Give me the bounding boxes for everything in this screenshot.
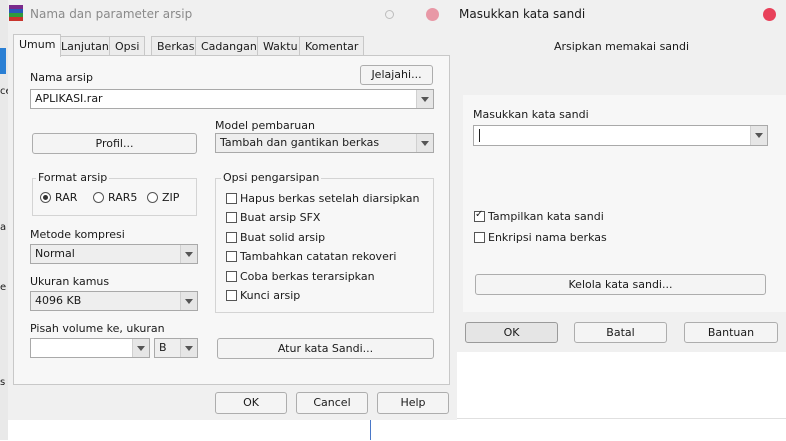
format-zip-label[interactable]: ZIP: [162, 191, 179, 204]
password-input[interactable]: [473, 125, 768, 146]
show-password-checkbox[interactable]: [474, 209, 485, 222]
background-divider: [370, 420, 371, 440]
format-radio-rar[interactable]: [40, 192, 51, 203]
password-dialog: Masukkan kata sandi Arsipkan memakai san…: [457, 0, 786, 352]
dictionary-select[interactable]: 4096 KB: [30, 291, 198, 311]
tab-umum[interactable]: Umum: [13, 34, 62, 57]
split-unit-value: B: [159, 341, 167, 354]
chevron-down-icon[interactable]: [180, 292, 197, 310]
solid-label[interactable]: Buat solid arsip: [240, 231, 325, 244]
format-radio-zip[interactable]: [147, 192, 158, 203]
split-volume-combo[interactable]: [30, 338, 150, 358]
show-password-label[interactable]: Tampilkan kata sandi: [488, 210, 604, 223]
help-button[interactable]: Help: [377, 392, 449, 414]
chevron-down-icon[interactable]: [416, 134, 433, 152]
test-files-label[interactable]: Coba berkas terarsipkan: [240, 270, 375, 283]
encrypt-names-label[interactable]: Enkripsi nama berkas: [488, 231, 607, 244]
enter-password-label: Masukkan kata sandi: [473, 108, 589, 121]
format-radio-rar5[interactable]: [93, 192, 104, 203]
dictionary-value: 4096 KB: [35, 294, 82, 307]
archiving-options-label: Opsi pengarsipan: [221, 171, 322, 184]
background-window-right: [360, 418, 786, 441]
archive-name-value[interactable]: APLIKASI.rar: [35, 90, 103, 108]
chevron-down-icon[interactable]: [180, 339, 197, 357]
recovery-checkbox[interactable]: [226, 251, 237, 262]
close-icon[interactable]: [426, 8, 439, 21]
tab-waktu[interactable]: Waktu: [257, 36, 304, 56]
update-mode-label: Model pembaruan: [215, 119, 315, 132]
browse-button[interactable]: Jelajahi...: [360, 65, 433, 85]
test-files-checkbox[interactable]: [226, 271, 237, 282]
solid-checkbox[interactable]: [226, 232, 237, 243]
general-tab-panel: Nama arsip Jelajahi... APLIKASI.rar Prof…: [13, 55, 450, 385]
password-dialog-subtitle: Arsipkan memakai sandi: [553, 40, 690, 53]
split-volume-label: Pisah volume ke, ukuran: [30, 322, 165, 335]
delete-after-checkbox[interactable]: [226, 193, 237, 204]
profiles-button[interactable]: Profil...: [32, 133, 197, 154]
ok-button[interactable]: OK: [215, 392, 287, 414]
set-password-button[interactable]: Atur kata Sandi...: [217, 338, 434, 359]
organize-passwords-button[interactable]: Kelola kata sandi...: [475, 274, 766, 295]
recovery-label[interactable]: Tambahkan catatan rekoveri: [240, 250, 396, 263]
background-fragment-2: a: [0, 222, 7, 233]
compression-label: Metode kompresi: [30, 228, 125, 241]
format-rar-label[interactable]: RAR: [55, 191, 77, 204]
delete-after-label[interactable]: Hapus berkas setelah diarsipkan: [240, 192, 419, 205]
sfx-checkbox[interactable]: [226, 212, 237, 223]
dictionary-label: Ukuran kamus: [30, 275, 110, 288]
lock-archive-checkbox[interactable]: [226, 290, 237, 301]
password-dialog-title: Masukkan kata sandi: [459, 7, 586, 21]
update-mode-value: Tambah dan gantikan berkas: [220, 136, 380, 149]
background-fragment-3: e: [0, 282, 7, 293]
archive-name-label: Nama arsip: [30, 71, 93, 84]
chevron-down-icon[interactable]: [132, 339, 149, 357]
background-fragment-4: s: [0, 377, 6, 388]
password-help-button[interactable]: Bantuan: [684, 322, 778, 343]
text-cursor: [479, 129, 480, 142]
password-cancel-button[interactable]: Batal: [574, 322, 667, 343]
tab-lanjutan[interactable]: Lanjutan: [55, 36, 115, 56]
background-fragment-blue: [0, 48, 6, 74]
password-ok-button[interactable]: OK: [465, 322, 558, 343]
archive-dialog-title: Nama dan parameter arsip: [30, 7, 193, 21]
compression-value: Normal: [35, 247, 75, 260]
sfx-label[interactable]: Buat arsip SFX: [240, 211, 320, 224]
split-unit-select[interactable]: B: [154, 338, 198, 358]
tab-opsi[interactable]: Opsi: [109, 36, 146, 56]
format-rar5-label[interactable]: RAR5: [108, 191, 137, 204]
tab-cadangan[interactable]: Cadangan: [195, 36, 263, 56]
winrar-icon: [9, 5, 23, 21]
update-mode-select[interactable]: Tambah dan gantikan berkas: [215, 133, 434, 153]
archive-dialog: Nama dan parameter arsip Umum Lanjutan O…: [8, 0, 457, 420]
lock-archive-label[interactable]: Kunci arsip: [240, 289, 300, 302]
chevron-down-icon[interactable]: [750, 126, 767, 145]
tab-berkas[interactable]: Berkas: [151, 36, 201, 56]
encrypt-names-checkbox[interactable]: [474, 232, 485, 243]
archive-name-combo[interactable]: APLIKASI.rar: [30, 89, 434, 109]
close-icon[interactable]: [763, 8, 776, 21]
chevron-down-icon[interactable]: [180, 245, 197, 263]
archive-format-label: Format arsip: [36, 171, 110, 184]
minimize-icon[interactable]: [385, 10, 394, 19]
cancel-button[interactable]: Cancel: [296, 392, 368, 414]
tab-komentar[interactable]: Komentar: [299, 36, 365, 56]
compression-select[interactable]: Normal: [30, 244, 198, 264]
chevron-down-icon[interactable]: [416, 90, 433, 108]
